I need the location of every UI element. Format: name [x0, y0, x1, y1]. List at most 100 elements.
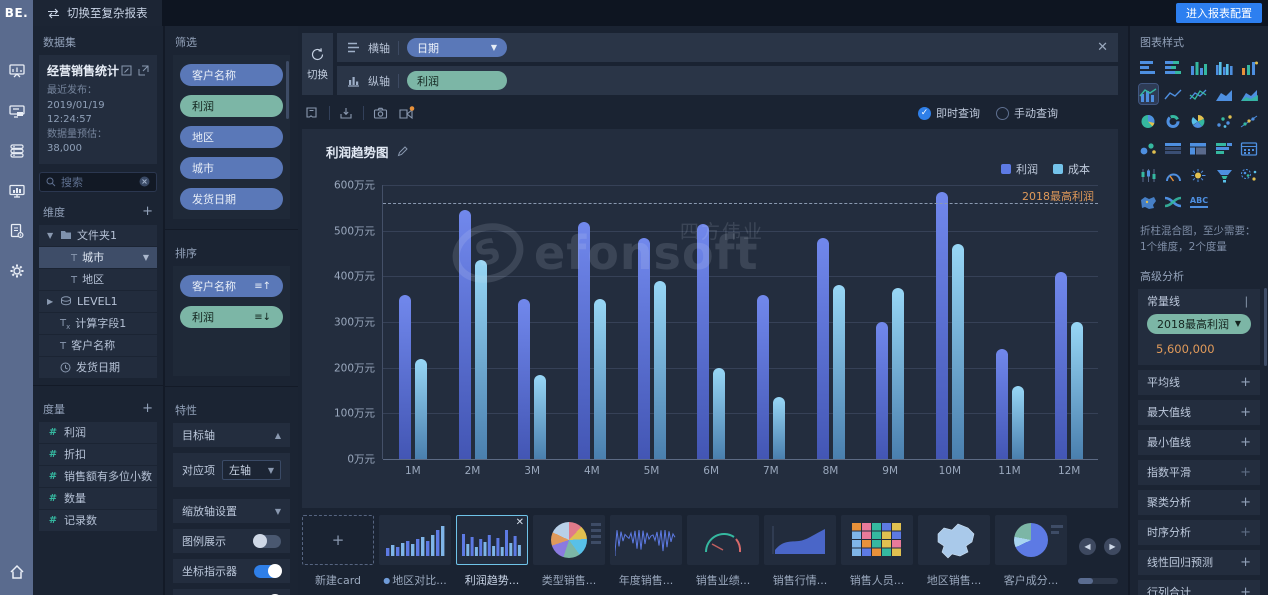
- advanced-section-1[interactable]: 平均线+: [1138, 370, 1260, 395]
- add-measure-button[interactable]: +: [142, 401, 153, 416]
- area-icon[interactable]: [1215, 84, 1234, 104]
- toggle-switch[interactable]: [254, 535, 281, 548]
- advanced-section-3[interactable]: 最小值线+: [1138, 430, 1260, 455]
- close-icon[interactable]: ✕: [1097, 40, 1108, 55]
- funnel-icon[interactable]: [1215, 165, 1234, 185]
- close-icon[interactable]: ✕: [516, 517, 524, 528]
- plus-icon[interactable]: +: [1240, 495, 1251, 510]
- save-icon[interactable]: [305, 106, 320, 120]
- toggle-switch[interactable]: [254, 565, 281, 578]
- right-panel-scrollbar[interactable]: [1264, 288, 1267, 366]
- doc-gear-icon[interactable]: [8, 222, 26, 240]
- advanced-section-7[interactable]: 线性回归预测+: [1138, 550, 1260, 575]
- scatter-line-icon[interactable]: [1240, 111, 1259, 131]
- advanced-section-4[interactable]: 指数平滑+: [1138, 460, 1260, 485]
- card-thumbnail-6[interactable]: 销售业绩...: [687, 515, 759, 593]
- column-grouped-icon[interactable]: [1215, 57, 1234, 77]
- rose-pie-icon[interactable]: [1189, 111, 1208, 131]
- bar-成本-1M[interactable]: [415, 359, 427, 459]
- edit-pencil-icon[interactable]: [397, 146, 408, 157]
- card-thumbnail-7[interactable]: 销售行情...: [764, 515, 836, 593]
- bar-horizontal-icon[interactable]: [1139, 57, 1158, 77]
- edit-icon[interactable]: [121, 65, 132, 76]
- dimension-item-7[interactable]: 发货日期: [39, 357, 157, 378]
- card-thumbnail-1[interactable]: +新建card: [302, 515, 374, 593]
- axis-mapping-select[interactable]: 左轴 ▼: [222, 460, 281, 480]
- card-thumbnail-4[interactable]: 类型销售...: [533, 515, 605, 593]
- bar-利润-6M[interactable]: [697, 224, 709, 459]
- calendar-icon[interactable]: [1240, 138, 1259, 158]
- cluster-scatter-icon[interactable]: [1240, 165, 1259, 185]
- thumbnail-preview[interactable]: [379, 515, 451, 565]
- filter-pill-5[interactable]: 发货日期: [180, 188, 283, 210]
- sort-pill-2[interactable]: 利润≡↓: [180, 306, 283, 328]
- plus-icon[interactable]: +: [1240, 375, 1251, 390]
- thumbnail-preview[interactable]: [533, 515, 605, 565]
- thumbnail-preview[interactable]: +: [302, 515, 374, 565]
- plus-icon[interactable]: +: [1240, 465, 1251, 480]
- measure-item-1[interactable]: #利润: [39, 422, 157, 443]
- bar-成本-11M[interactable]: [1012, 386, 1024, 459]
- legend-item-成本[interactable]: 成本: [1053, 161, 1090, 177]
- bar-成本-8M[interactable]: [833, 285, 845, 459]
- gauge-icon[interactable]: [1164, 165, 1183, 185]
- sankey-icon[interactable]: [1164, 192, 1183, 212]
- line-column-combo-icon[interactable]: [1139, 84, 1158, 104]
- thumbnail-preview[interactable]: ✕: [456, 515, 528, 565]
- filter-pill-2[interactable]: 利润: [180, 95, 283, 117]
- thumbnails-scrollbar[interactable]: [1078, 578, 1118, 584]
- bar-成本-2M[interactable]: [475, 260, 487, 459]
- bar-成本-3M[interactable]: [534, 375, 546, 459]
- bar-利润-9M[interactable]: [876, 322, 888, 459]
- measure-item-3[interactable]: #销售额有多位小数: [39, 466, 157, 487]
- dimension-item-4[interactable]: ▶LEVEL1: [39, 291, 157, 312]
- filter-scrollbar[interactable]: [286, 61, 289, 119]
- constant-line-header[interactable]: 常量线 ❘: [1147, 289, 1251, 314]
- pivot-table-icon[interactable]: [1189, 138, 1208, 158]
- bar-利润-10M[interactable]: [936, 192, 948, 459]
- x-axis-field-pill[interactable]: 日期 ▼: [407, 38, 507, 57]
- dimension-item-2[interactable]: T城市▼: [39, 247, 157, 268]
- next-cards-button[interactable]: ▶: [1104, 538, 1121, 555]
- target-axis-row[interactable]: 目标轴 ▲: [173, 423, 290, 447]
- thumbnail-preview[interactable]: [995, 515, 1067, 565]
- advanced-section-5[interactable]: 聚类分析+: [1138, 490, 1260, 515]
- advanced-section-8[interactable]: 行列合计+: [1138, 580, 1260, 595]
- bar-利润-2M[interactable]: [459, 210, 471, 459]
- download-icon[interactable]: [339, 106, 354, 120]
- dashboard-icon[interactable]: [8, 62, 26, 80]
- legend-item-利润[interactable]: 利润: [1001, 161, 1038, 177]
- dataset-card[interactable]: 经营销售统计 最近发布： 2019/01/19 12:24:57 数据量预估： …: [39, 55, 157, 164]
- filter-pill-3[interactable]: 地区: [180, 126, 283, 148]
- home-icon[interactable]: [8, 563, 26, 581]
- plus-icon[interactable]: +: [1240, 435, 1251, 450]
- bar-成本-12M[interactable]: [1071, 322, 1083, 459]
- bar-利润-1M[interactable]: [399, 295, 411, 459]
- stacked-rows-icon[interactable]: [1215, 138, 1234, 158]
- y-axis-field-pill[interactable]: 利润: [407, 71, 507, 90]
- bar-利润-8M[interactable]: [817, 238, 829, 459]
- bar-利润-5M[interactable]: [638, 238, 650, 459]
- thumbnail-preview[interactable]: [841, 515, 913, 565]
- manual-query-radio[interactable]: 手动查询: [996, 105, 1058, 121]
- bar-horizontal-stacked-icon[interactable]: [1164, 57, 1183, 77]
- bar-成本-9M[interactable]: [892, 288, 904, 459]
- card-thumbnail-3[interactable]: ✕利润趋势...: [456, 515, 528, 593]
- thumbnail-preview[interactable]: [610, 515, 682, 565]
- settings-icon[interactable]: [8, 262, 26, 280]
- candlestick-icon[interactable]: [1139, 165, 1158, 185]
- enter-report-config-button[interactable]: 进入报表配置: [1176, 3, 1262, 23]
- zoom-axis-row[interactable]: 缩放轴设置 ▼: [173, 499, 290, 523]
- plus-icon[interactable]: +: [1240, 585, 1251, 595]
- sort-pill-1[interactable]: 客户名称≡↑: [180, 275, 283, 297]
- card-thumbnail-2[interactable]: ●地区对比...: [379, 515, 451, 593]
- card-thumbnail-10[interactable]: 客户成分...: [995, 515, 1067, 593]
- column-icon[interactable]: [1189, 57, 1208, 77]
- pie-icon[interactable]: [1139, 111, 1158, 131]
- bar-成本-10M[interactable]: [952, 244, 964, 459]
- bar-利润-11M[interactable]: [996, 349, 1008, 459]
- dimension-item-5[interactable]: Tx计算字段1: [39, 313, 157, 334]
- measure-item-2[interactable]: #折扣: [39, 444, 157, 465]
- database-icon[interactable]: [8, 142, 26, 160]
- bubble-icon[interactable]: [1139, 138, 1158, 158]
